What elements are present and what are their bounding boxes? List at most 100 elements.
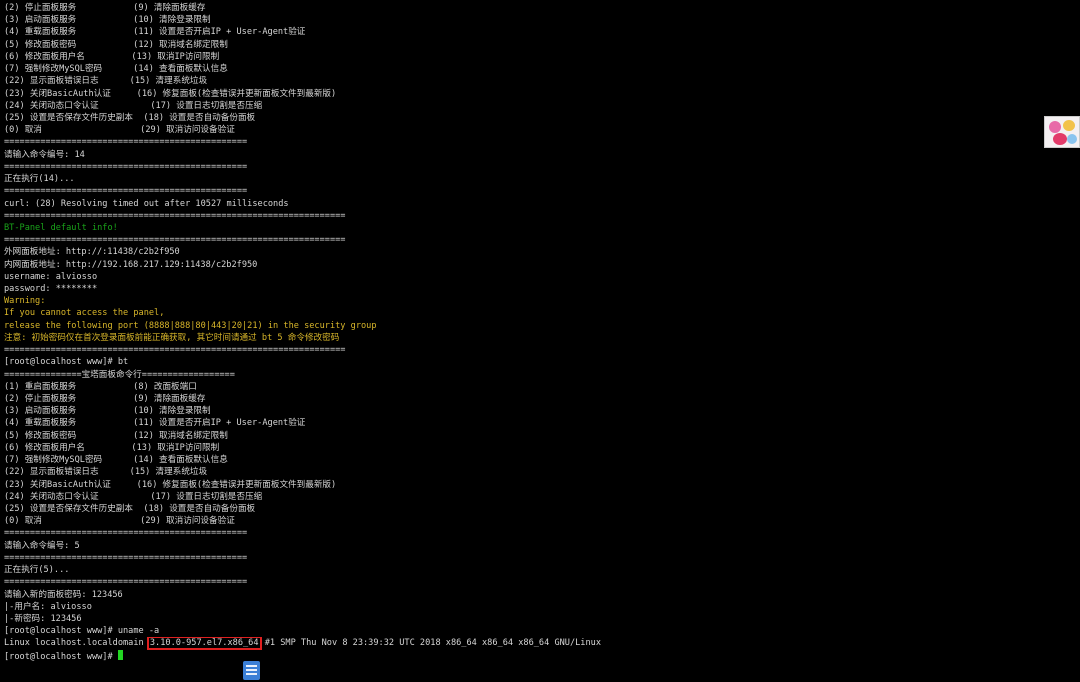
terminal-text: 内网面板地址: http://192.168.217.129:11438/c2b… (4, 259, 258, 270)
terminal-text: username: alviosso (4, 271, 98, 282)
terminal-line: |-新密码: 123456 (4, 613, 1034, 625)
terminal-line: ========================================… (4, 185, 1034, 197)
terminal-text: Linux localhost.localdomain (4, 638, 149, 649)
terminal-text: (4) 重载面板服务 (11) 设置是否开启IP + User-Agent验证 (4, 27, 306, 38)
terminal-text: If you cannot access the panel, (4, 308, 165, 319)
terminal-line: (1) 重启面板服务 (8) 改面板端口 (4, 381, 1034, 393)
terminal-line: (24) 关闭动态口令认证 (17) 设置日志切割是否压缩 (4, 100, 1034, 112)
terminal-line: curl: (28) Resolving timed out after 105… (4, 198, 1034, 210)
terminal-line: (4) 重载面板服务 (11) 设置是否开启IP + User-Agent验证 (4, 417, 1034, 429)
terminal-cursor (117, 649, 123, 660)
terminal-line: |-用户名: alviosso (4, 601, 1034, 613)
terminal-line: (4) 重载面板服务 (11) 设置是否开启IP + User-Agent验证 (4, 26, 1034, 38)
terminal-text: 正在执行(5)... (4, 565, 70, 576)
terminal-line: ========================================… (4, 210, 1034, 222)
terminal-line: 注意: 初始密码仅在首次登录面板前能正确获取, 其它时间请通过 bt 5 命令修… (4, 332, 1034, 344)
terminal-line: (22) 显示面板错误日志 (15) 清理系统垃圾 (4, 466, 1034, 478)
terminal-line: ========================================… (4, 234, 1034, 246)
terminal-text: Warning: (4, 296, 46, 307)
terminal-line: ===============宝塔面板命令行================== (4, 369, 1034, 381)
terminal-line: (22) 显示面板错误日志 (15) 清理系统垃圾 (4, 75, 1034, 87)
terminal-text: (0) 取消 (29) 取消访问设备验证 (4, 516, 235, 527)
terminal-text: 请输入命令编号: 14 (4, 149, 85, 160)
terminal-line: (3) 启动面板服务 (10) 清除登录限制 (4, 14, 1034, 26)
terminal-line: 外网面板地址: http://:11438/c2b2f950 (4, 246, 1034, 258)
terminal-text: ========================================… (4, 528, 248, 539)
terminal-text: (6) 修改面板用户名 (13) 取消IP访问限制 (4, 442, 220, 453)
terminal-text: 正在执行(14)... (4, 174, 75, 185)
terminal-text: ========================================… (4, 186, 248, 197)
terminal-text: (24) 关闭动态口令认证 (17) 设置日志切割是否压缩 (4, 100, 263, 111)
terminal-line: ========================================… (4, 136, 1034, 148)
terminal-line: ========================================… (4, 344, 1034, 356)
terminal-text: (23) 关闭BasicAuth认证 (16) 修复面板(检查错误并更新面板文件… (4, 88, 337, 99)
terminal-line: (2) 停止面板服务 (9) 清除面板缓存 (4, 393, 1034, 405)
terminal-text: (5) 修改面板密码 (12) 取消域名绑定限制 (4, 39, 228, 50)
terminal-text: (2) 停止面板服务 (9) 清除面板缓存 (4, 3, 206, 13)
document-icon (243, 661, 260, 680)
terminal-text: (4) 重载面板服务 (11) 设置是否开启IP + User-Agent验证 (4, 418, 306, 429)
terminal-text: (3) 启动面板服务 (10) 清除登录限制 (4, 15, 211, 26)
terminal-text: BT-Panel default info! (4, 222, 118, 233)
terminal-line: (23) 关闭BasicAuth认证 (16) 修复面板(检查错误并更新面板文件… (4, 479, 1034, 491)
terminal-text: release the following port (8888|888|80|… (4, 320, 377, 331)
terminal-text: |-新密码: 123456 (4, 613, 82, 624)
terminal-line: 正在执行(5)... (4, 564, 1034, 576)
terminal-text: (1) 重启面板服务 (8) 改面板端口 (4, 381, 197, 392)
terminal-text: (7) 强制修改MySQL密码 (14) 查看面板默认信息 (4, 455, 228, 466)
terminal-line: 请输入命令编号: 14 (4, 149, 1034, 161)
terminal-text: ========================================… (4, 235, 346, 246)
terminal-line: ========================================… (4, 527, 1034, 539)
terminal-line: (23) 关闭BasicAuth认证 (16) 修复面板(检查错误并更新面板文件… (4, 88, 1034, 100)
terminal-output[interactable]: (2) 停止面板服务 (9) 清除面板缓存 (3) 启动面板服务 (10) 清除登… (4, 2, 1034, 678)
terminal-line: password: ******** (4, 283, 1034, 295)
terminal-text: (23) 关闭BasicAuth认证 (16) 修复面板(检查错误并更新面板文件… (4, 479, 337, 490)
terminal-text: 请输入新的面板密码: 123456 (4, 589, 123, 600)
terminal-text: (24) 关闭动态口令认证 (17) 设置日志切割是否压缩 (4, 491, 263, 502)
terminal-line: (0) 取消 (29) 取消访问设备验证 (4, 515, 1034, 527)
terminal-text: (22) 显示面板错误日志 (15) 清理系统垃圾 (4, 76, 208, 87)
terminal-line: username: alviosso (4, 271, 1034, 283)
terminal-line: (25) 设置是否保存文件历史副本 (18) 设置是否自动备份面板 (4, 112, 1034, 124)
terminal-text: ========================================… (4, 552, 248, 563)
terminal-text: ===============宝塔面板命令行================== (4, 369, 235, 380)
terminal-text: (6) 修改面板用户名 (13) 取消IP访问限制 (4, 51, 220, 62)
terminal-line: (25) 设置是否保存文件历史副本 (18) 设置是否自动备份面板 (4, 503, 1034, 515)
terminal-text: (22) 显示面板错误日志 (15) 清理系统垃圾 (4, 467, 208, 478)
terminal-line: [root@localhost www]# uname -a (4, 625, 1034, 637)
terminal-line: (6) 修改面板用户名 (13) 取消IP访问限制 (4, 442, 1034, 454)
terminal-text: [root@localhost www]# (4, 651, 118, 662)
terminal-text: (5) 修改面板密码 (12) 取消域名绑定限制 (4, 430, 228, 441)
terminal-line: (3) 启动面板服务 (10) 清除登录限制 (4, 405, 1034, 417)
terminal-line: 内网面板地址: http://192.168.217.129:11438/c2b… (4, 259, 1034, 271)
terminal-text: password: ******** (4, 284, 98, 295)
terminal-text: ========================================… (4, 161, 248, 172)
terminal-line: [root@localhost www]# bt (4, 356, 1034, 368)
sticker-thumbnail-icon[interactable] (1044, 116, 1080, 148)
terminal-line: (7) 强制修改MySQL密码 (14) 查看面板默认信息 (4, 63, 1034, 75)
terminal-line: ========================================… (4, 161, 1034, 173)
terminal-line: release the following port (8888|888|80|… (4, 320, 1034, 332)
terminal-text: (25) 设置是否保存文件历史副本 (18) 设置是否自动备份面板 (4, 112, 256, 123)
terminal-text: 外网面板地址: http://:11438/c2b2f950 (4, 247, 180, 258)
terminal-line: (5) 修改面板密码 (12) 取消域名绑定限制 (4, 430, 1034, 442)
terminal-line: (5) 修改面板密码 (12) 取消域名绑定限制 (4, 39, 1034, 51)
terminal-line: (2) 停止面板服务 (9) 清除面板缓存 (4, 2, 1034, 14)
terminal-text: (0) 取消 (29) 取消访问设备验证 (4, 125, 235, 136)
terminal-line: Warning: (4, 295, 1034, 307)
terminal-text: |-用户名: alviosso (4, 601, 92, 612)
terminal-text: 请输入命令编号: 5 (4, 540, 80, 551)
terminal-text: (25) 设置是否保存文件历史副本 (18) 设置是否自动备份面板 (4, 503, 256, 514)
terminal-text: (7) 强制修改MySQL密码 (14) 查看面板默认信息 (4, 64, 228, 75)
terminal-text: (3) 启动面板服务 (10) 清除登录限制 (4, 406, 211, 417)
terminal-line: (7) 强制修改MySQL密码 (14) 查看面板默认信息 (4, 454, 1034, 466)
terminal-text: ========================================… (4, 345, 346, 356)
terminal-text: ========================================… (4, 577, 248, 588)
terminal-text: (2) 停止面板服务 (9) 清除面板缓存 (4, 394, 206, 404)
terminal-text: ========================================… (4, 210, 346, 221)
terminal-line: Linux localhost.localdomain 3.10.0-957.e… (4, 637, 1034, 650)
terminal-text: 注意: 初始密码仅在首次登录面板前能正确获取, 其它时间请通过 bt 5 命令修… (4, 332, 340, 343)
terminal-text: #1 SMP Thu Nov 8 23:39:32 UTC 2018 x86_6… (259, 638, 602, 649)
terminal-line: If you cannot access the panel, (4, 307, 1034, 319)
terminal-line: 正在执行(14)... (4, 173, 1034, 185)
